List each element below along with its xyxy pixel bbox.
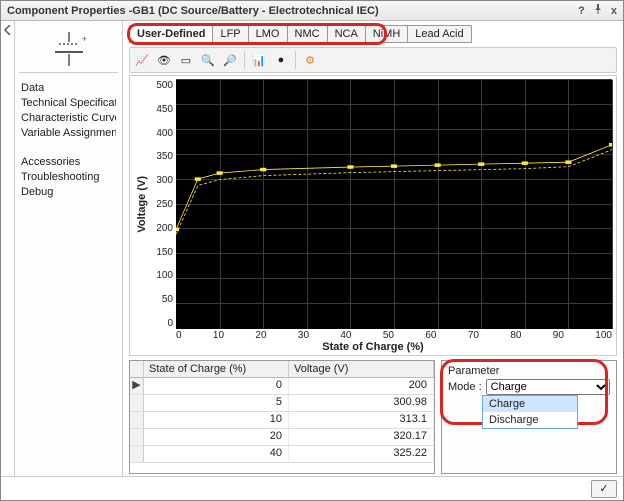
x-tick: 40 — [340, 330, 351, 341]
parameter-panel: Parameter Mode : ChargeDischarge ChargeD… — [441, 360, 617, 474]
y-tick: 250 — [150, 199, 173, 210]
x-tick: 30 — [298, 330, 309, 341]
nav-item-data[interactable]: Data — [21, 81, 116, 96]
y-tick: 50 — [150, 294, 173, 305]
nav-item-troubleshoot[interactable]: Troubleshooting — [21, 170, 116, 185]
y-axis-label: Voltage (V) — [134, 80, 150, 329]
tab-nmc[interactable]: NMC — [287, 25, 328, 43]
zoom-in-icon[interactable]: 🔎 — [220, 50, 240, 70]
chart-toolbar: 📈👁▭🔍🔎 📊● ⚙ — [129, 47, 617, 73]
component-symbol: + — [19, 25, 118, 73]
y-tick: 200 — [150, 223, 173, 234]
pin-icon[interactable] — [593, 4, 603, 17]
y-tick: 450 — [150, 104, 173, 115]
gear-icon[interactable]: ⚙ — [300, 50, 320, 70]
x-tick: 80 — [510, 330, 521, 341]
window-title: Component Properties -GB1 (DC Source/Bat… — [7, 5, 379, 17]
grid-header-soc[interactable]: State of Charge (%) — [144, 361, 289, 377]
tab-nca[interactable]: NCA — [327, 25, 366, 43]
x-axis-label: State of Charge (%) — [134, 341, 612, 353]
mode-select[interactable]: ChargeDischarge — [486, 379, 610, 395]
tab-lfp[interactable]: LFP — [212, 25, 248, 43]
mode-label: Mode : — [448, 381, 482, 393]
close-icon[interactable]: x — [611, 5, 617, 17]
collapse-chevron[interactable] — [1, 21, 15, 476]
y-tick: 350 — [150, 151, 173, 162]
y-tick: 400 — [150, 128, 173, 139]
tabbar: User-DefinedLFPLMONMCNCANiMHLead Acid — [129, 25, 617, 43]
help-icon[interactable]: ? — [578, 5, 585, 17]
sidebar: + Data Technical Specifications Characte… — [15, 21, 123, 476]
nav-item-accessories[interactable]: Accessories — [21, 155, 116, 170]
svg-text:+: + — [82, 34, 87, 44]
curve-icon[interactable]: 📈 — [132, 50, 152, 70]
x-tick: 90 — [553, 330, 564, 341]
y-tick: 150 — [150, 247, 173, 258]
main-panel: User-DefinedLFPLMONMCNCANiMHLead Acid 📈👁… — [123, 21, 623, 476]
x-tick: 100 — [595, 330, 612, 341]
table-row[interactable]: 10313.1 — [130, 412, 434, 429]
mode-option[interactable]: Charge — [483, 396, 577, 412]
nav-list: Data Technical Specifications Characteri… — [15, 79, 122, 202]
tab-user-defined[interactable]: User-Defined — [129, 25, 213, 43]
nav-item-variable[interactable]: Variable Assignment — [21, 126, 116, 141]
footer: ✓ — [1, 476, 623, 500]
x-tick: 70 — [468, 330, 479, 341]
chart-panel: Voltage (V) 5004504003503002502001501005… — [129, 75, 617, 356]
grid-header-v[interactable]: Voltage (V) — [289, 361, 434, 377]
nav-item-debug[interactable]: Debug — [21, 185, 116, 200]
x-tick: 60 — [425, 330, 436, 341]
chart-icon[interactable]: 📊 — [249, 50, 269, 70]
window-icon[interactable]: ▭ — [176, 50, 196, 70]
tab-nimh[interactable]: NiMH — [365, 25, 409, 43]
eye-icon[interactable]: 👁 — [154, 50, 174, 70]
table-row[interactable]: 5300.98 — [130, 395, 434, 412]
dot-icon[interactable]: ● — [271, 50, 291, 70]
ok-button[interactable]: ✓ — [591, 480, 617, 498]
x-tick: 0 — [176, 330, 182, 341]
mode-dropdown-open[interactable]: ChargeDischarge — [482, 395, 578, 429]
x-tick: 20 — [255, 330, 266, 341]
nav-item-curves[interactable]: Characteristic Curves — [21, 111, 116, 126]
parameter-group-label: Parameter — [448, 365, 610, 377]
table-row[interactable]: 20320.17 — [130, 429, 434, 446]
titlebar: Component Properties -GB1 (DC Source/Bat… — [1, 1, 623, 21]
y-tick: 500 — [150, 80, 173, 91]
x-tick: 50 — [383, 330, 394, 341]
tab-lead-acid[interactable]: Lead Acid — [407, 25, 471, 43]
x-tick: 10 — [213, 330, 224, 341]
data-grid[interactable]: State of Charge (%) Voltage (V) ▶0200530… — [129, 360, 435, 474]
y-tick: 300 — [150, 175, 173, 186]
table-row[interactable]: ▶0200 — [130, 378, 434, 395]
table-row[interactable]: 40325.22 — [130, 446, 434, 463]
chart-plot[interactable] — [176, 80, 612, 329]
mode-option[interactable]: Discharge — [483, 412, 577, 428]
window: Component Properties -GB1 (DC Source/Bat… — [0, 0, 624, 501]
search-icon[interactable]: 🔍 — [198, 50, 218, 70]
nav-item-techspec[interactable]: Technical Specifications — [21, 96, 116, 111]
y-tick: 100 — [150, 270, 173, 281]
y-tick: 0 — [150, 318, 173, 329]
tab-lmo[interactable]: LMO — [248, 25, 288, 43]
